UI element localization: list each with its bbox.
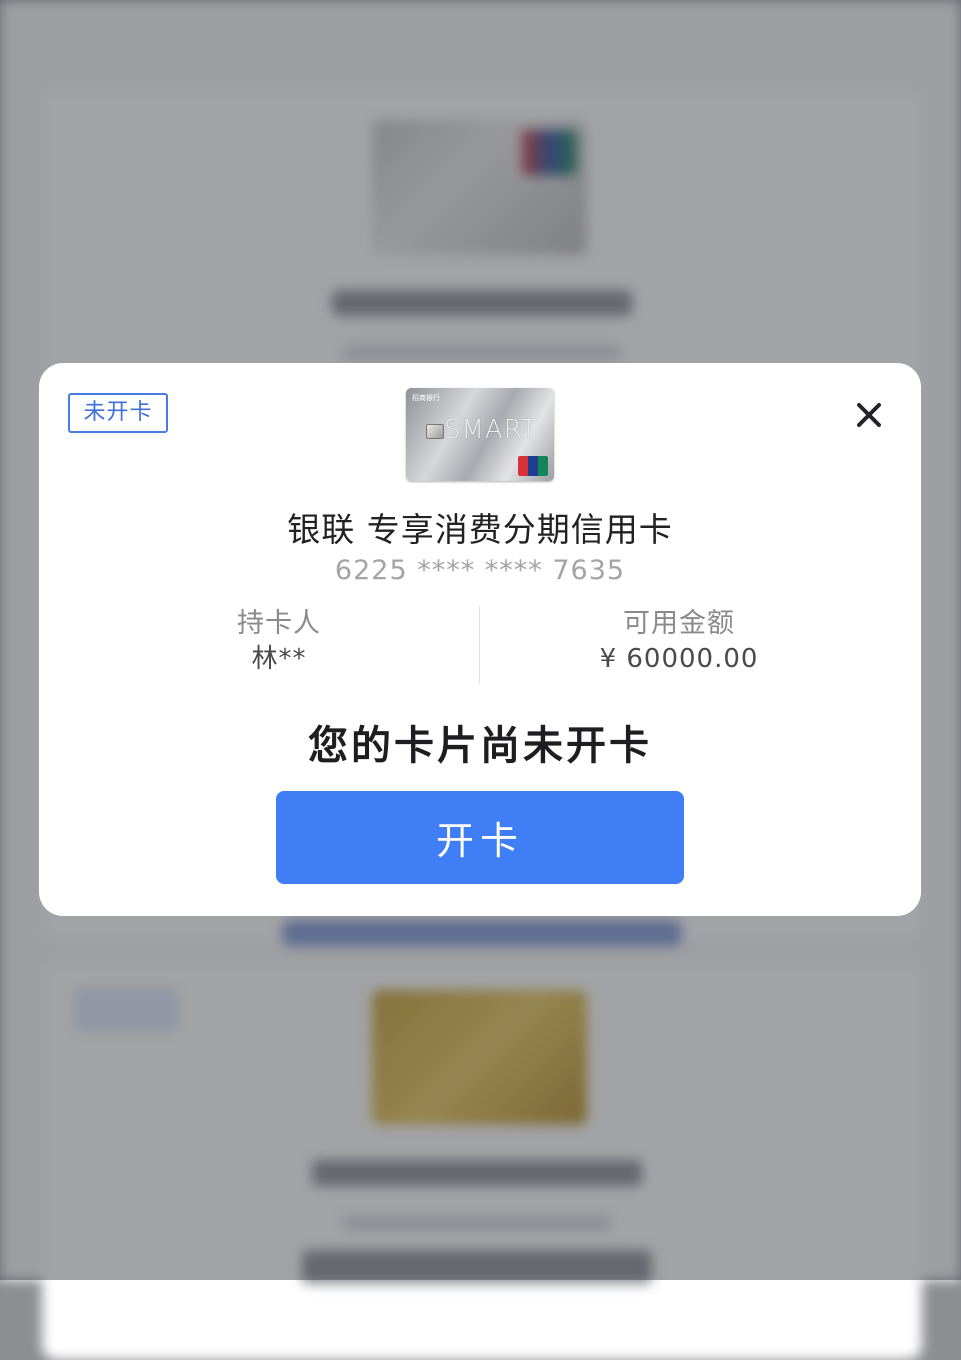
- status-badge: 未开卡: [68, 393, 168, 433]
- close-icon: [857, 403, 881, 427]
- available-amount-label: 可用金额: [623, 608, 735, 639]
- available-amount-info: 可用金额 ¥ 60000.00: [559, 606, 799, 676]
- card-title: 银联 专享消费分期信用卡: [287, 510, 673, 549]
- card-brand-text: SMART: [444, 415, 538, 445]
- activation-headline: 您的卡片尚未开卡: [308, 723, 652, 769]
- card-chip-icon: [426, 424, 444, 439]
- available-amount-value: ¥ 60000.00: [599, 644, 759, 674]
- cardholder-value: 林**: [251, 644, 307, 674]
- info-divider: [479, 606, 480, 684]
- credit-card-image: 招商银行 SMART: [406, 388, 554, 481]
- cardholder-info: 持卡人 林**: [179, 606, 379, 676]
- card-number: 6225 **** **** 7635: [334, 555, 626, 586]
- close-button[interactable]: [845, 391, 893, 439]
- unionpay-logo-icon: [518, 456, 548, 476]
- activate-card-button[interactable]: 开卡: [276, 791, 684, 884]
- card-bank-logo: 招商银行: [412, 394, 440, 402]
- cardholder-label: 持卡人: [237, 608, 321, 639]
- card-activation-dialog: 未开卡 招商银行 SMART 银联 专享消费分期信用卡 6225 **** **…: [39, 363, 921, 916]
